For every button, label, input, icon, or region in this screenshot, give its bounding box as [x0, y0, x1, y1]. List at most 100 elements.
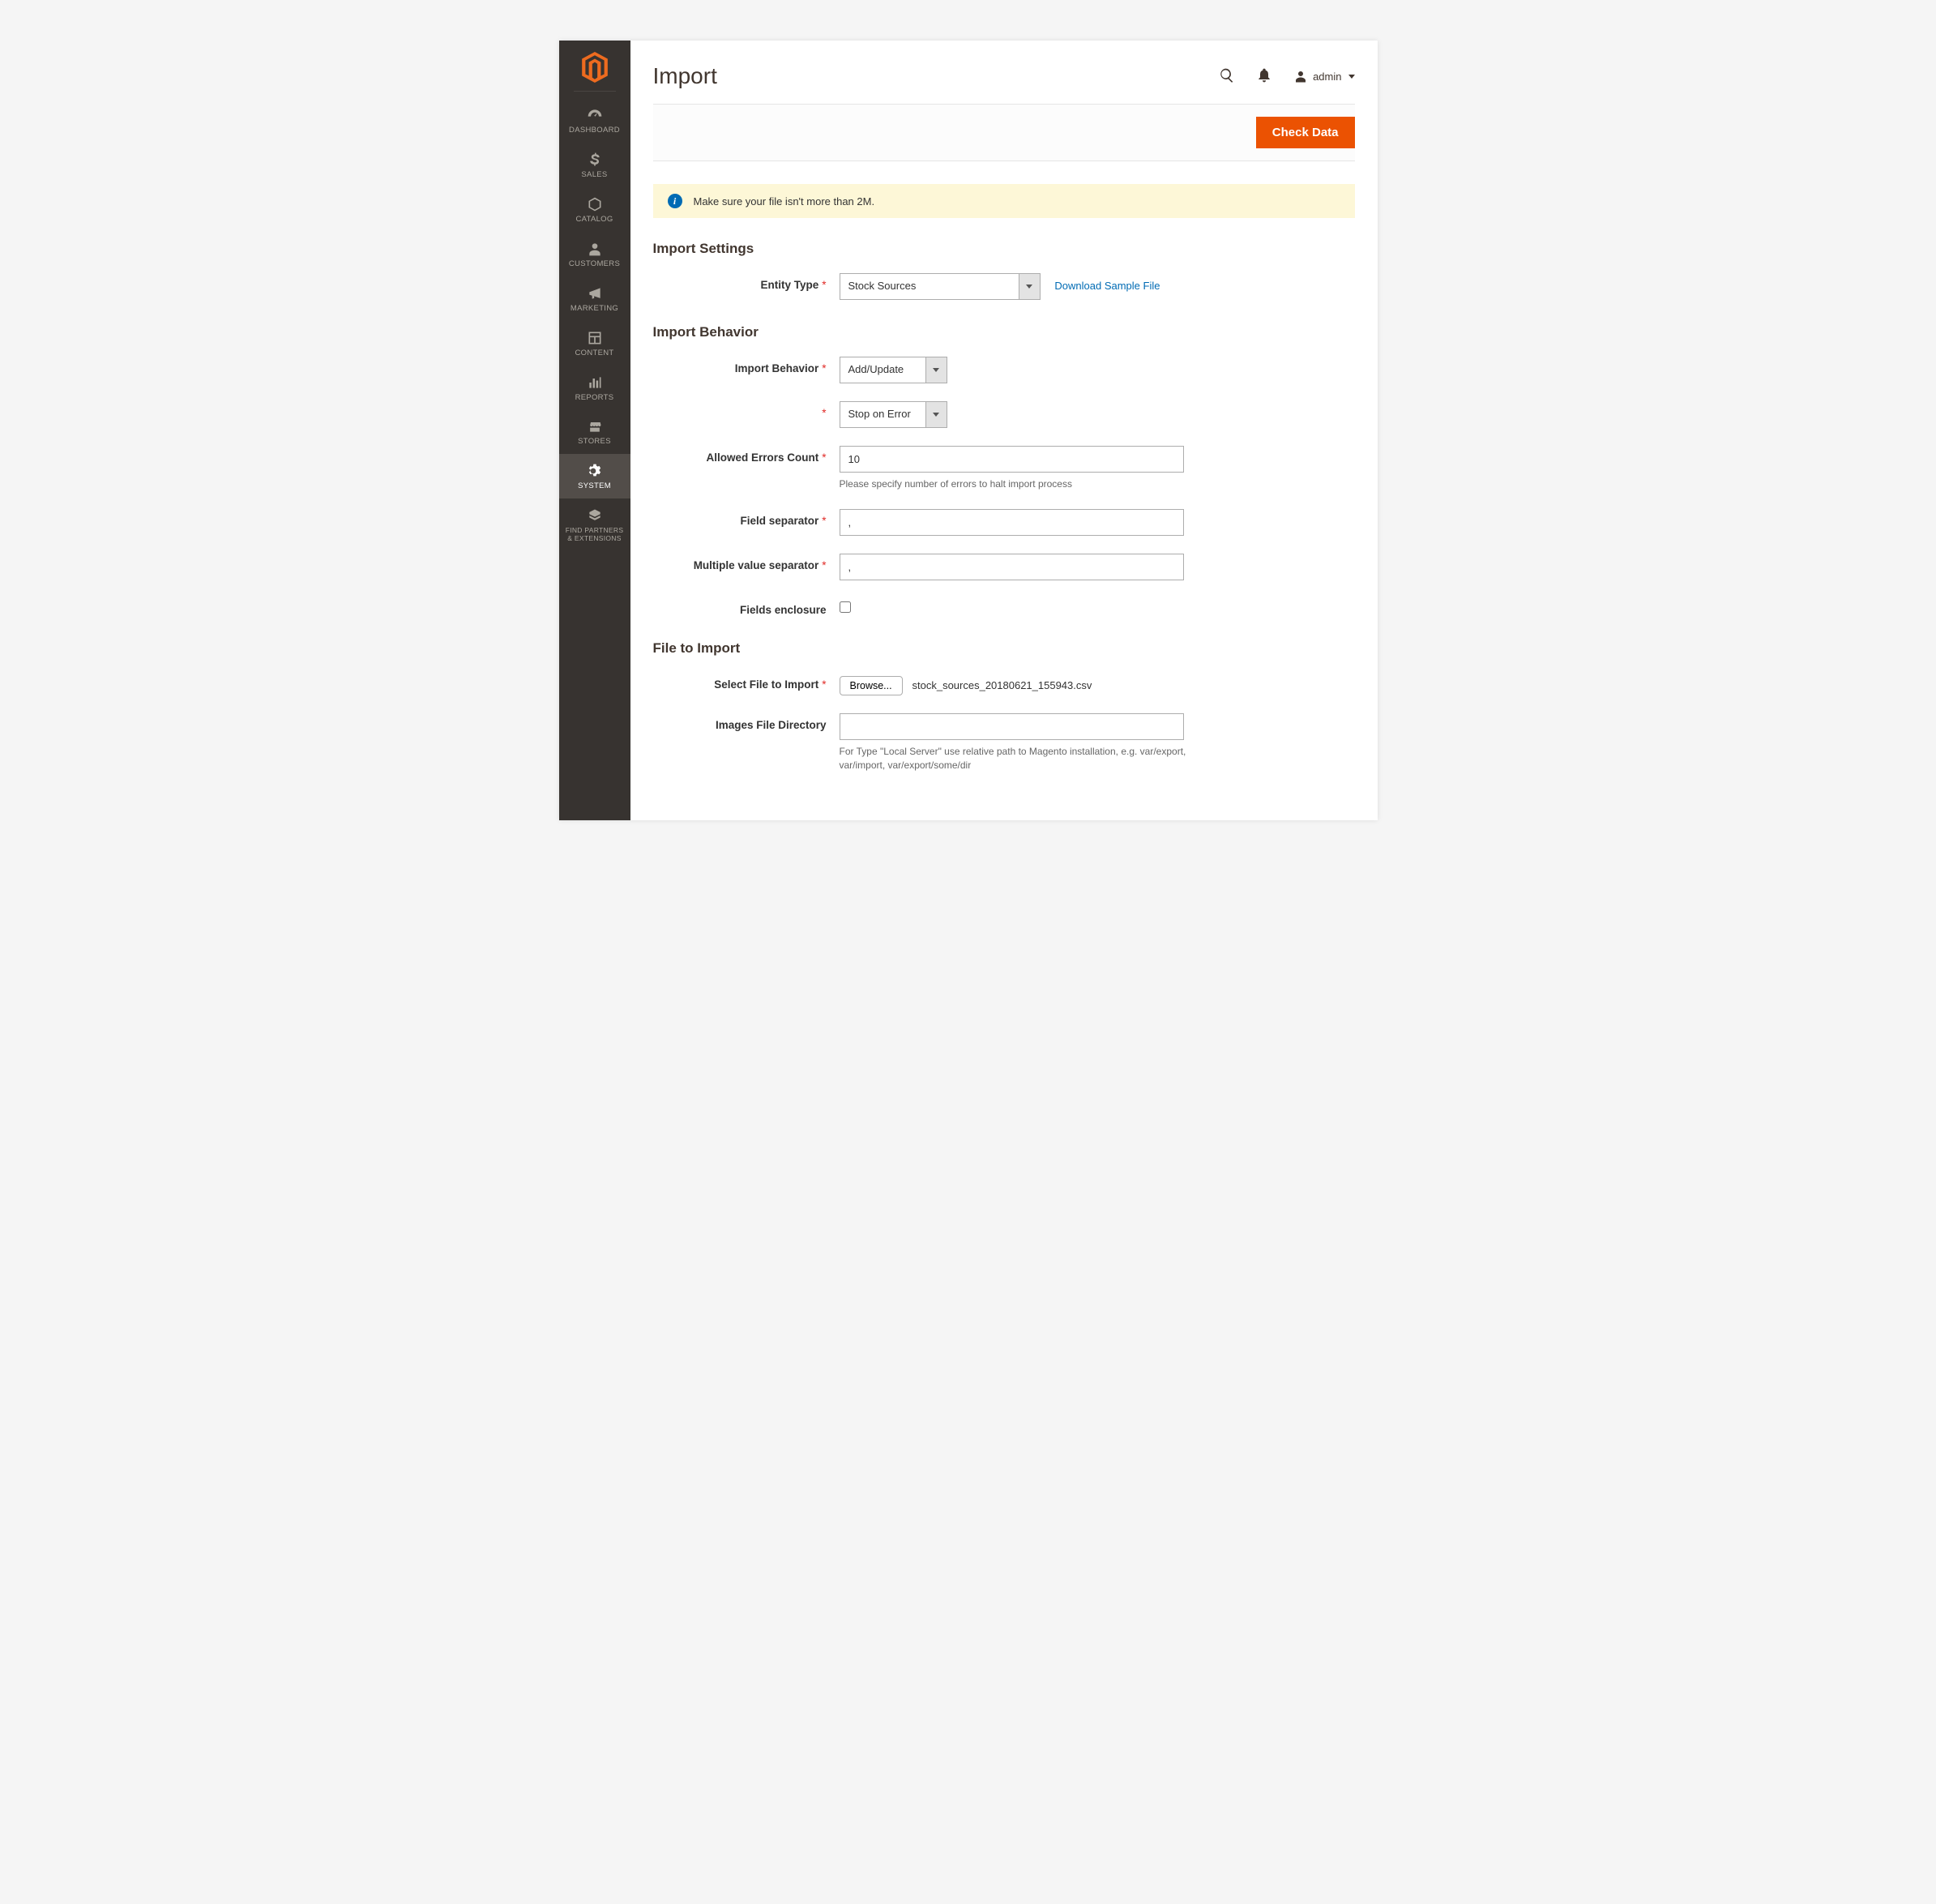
- label-entity-type: Entity Type*: [653, 273, 840, 291]
- select-value: Stop on Error: [840, 402, 925, 427]
- error-mode-select[interactable]: Stop on Error: [840, 401, 947, 428]
- header-tools: admin: [1219, 67, 1354, 86]
- notifications-button[interactable]: [1256, 67, 1272, 86]
- check-data-button[interactable]: Check Data: [1256, 117, 1355, 148]
- nav-label: CUSTOMERS: [569, 260, 620, 269]
- section-file-to-import: File to Import Select File to Import* Br…: [653, 640, 1355, 772]
- magento-logo[interactable]: [559, 41, 630, 91]
- images-dir-hint: For Type "Local Server" use relative pat…: [840, 745, 1188, 772]
- stores-icon: [587, 418, 603, 434]
- row-error-mode: * Stop on Error: [653, 401, 1355, 428]
- info-notice: i Make sure your file isn't more than 2M…: [653, 184, 1355, 218]
- section-title: Import Settings: [653, 241, 1355, 257]
- nav-label: CATALOG: [575, 216, 613, 225]
- label-field-separator: Field separator*: [653, 509, 840, 527]
- nav-label: REPORTS: [575, 394, 614, 403]
- row-select-file: Select File to Import* Browse... stock_s…: [653, 673, 1355, 695]
- content-icon: [587, 330, 603, 346]
- system-icon: [587, 463, 603, 479]
- row-images-dir: Images File Directory For Type "Local Se…: [653, 713, 1355, 772]
- search-icon: [1219, 67, 1235, 83]
- chevron-down-icon: [1348, 75, 1355, 79]
- admin-sidebar: DASHBOARD SALES CATALOG CUSTOMERS MARKET: [559, 41, 630, 820]
- bell-icon: [1256, 67, 1272, 83]
- marketing-icon: [587, 285, 603, 302]
- person-icon: [1293, 69, 1308, 83]
- label-error-mode: *: [653, 401, 840, 419]
- sidebar-divider: [574, 91, 616, 92]
- select-toggle: [1019, 274, 1040, 299]
- select-toggle: [925, 402, 947, 427]
- action-bar: Check Data: [653, 104, 1355, 161]
- select-value: Stock Sources: [840, 274, 1019, 299]
- main-content: Import admin Check Data i Make sure yo: [630, 41, 1378, 820]
- label-fields-enclosure: Fields enclosure: [653, 598, 840, 616]
- dashboard-icon: [587, 107, 603, 123]
- sidebar-item-marketing[interactable]: MARKETING: [559, 276, 630, 321]
- sidebar-item-sales[interactable]: SALES: [559, 143, 630, 187]
- label-allowed-errors: Allowed Errors Count*: [653, 446, 840, 464]
- label-multi-separator: Multiple value separator*: [653, 554, 840, 571]
- sidebar-item-customers[interactable]: CUSTOMERS: [559, 232, 630, 276]
- sales-icon: [587, 152, 603, 168]
- nav-label: DASHBOARD: [569, 126, 620, 135]
- reports-icon: [587, 374, 603, 391]
- info-icon: i: [668, 194, 682, 208]
- search-button[interactable]: [1219, 67, 1235, 86]
- nav-label: FIND PARTNERS & EXTENSIONS: [562, 527, 627, 543]
- row-multi-separator: Multiple value separator*: [653, 554, 1355, 580]
- multi-separator-input[interactable]: [840, 554, 1184, 580]
- row-field-separator: Field separator*: [653, 509, 1355, 536]
- row-allowed-errors: Allowed Errors Count* Please specify num…: [653, 446, 1355, 491]
- row-import-behavior: Import Behavior* Add/Update: [653, 357, 1355, 383]
- sidebar-item-partners[interactable]: FIND PARTNERS & EXTENSIONS: [559, 498, 630, 550]
- user-menu[interactable]: admin: [1293, 69, 1354, 83]
- page-title: Import: [653, 63, 717, 89]
- select-toggle: [925, 357, 947, 383]
- section-import-behavior: Import Behavior Import Behavior* Add/Upd…: [653, 324, 1355, 616]
- required-mark: *: [822, 451, 826, 464]
- page-header: Import admin: [653, 41, 1355, 104]
- app-frame: DASHBOARD SALES CATALOG CUSTOMERS MARKET: [559, 41, 1378, 820]
- notice-text: Make sure your file isn't more than 2M.: [694, 195, 875, 208]
- select-value: Add/Update: [840, 357, 925, 383]
- field-entity-type: Stock Sources Download Sample File: [840, 273, 1355, 300]
- catalog-icon: [587, 196, 603, 212]
- required-mark: *: [822, 678, 826, 691]
- download-sample-link[interactable]: Download Sample File: [1054, 280, 1160, 292]
- images-dir-input[interactable]: [840, 713, 1184, 740]
- nav-label: SYSTEM: [578, 482, 611, 491]
- chevron-down-icon: [933, 413, 939, 417]
- nav-label: CONTENT: [575, 349, 613, 358]
- selected-filename: stock_sources_20180621_155943.csv: [912, 679, 1092, 691]
- chevron-down-icon: [1026, 285, 1032, 289]
- required-mark: *: [822, 279, 826, 291]
- field-separator-input[interactable]: [840, 509, 1184, 536]
- partners-icon: [587, 507, 603, 524]
- sidebar-item-catalog[interactable]: CATALOG: [559, 187, 630, 232]
- sidebar-item-stores[interactable]: STORES: [559, 409, 630, 454]
- nav-label: SALES: [581, 171, 607, 180]
- required-mark: *: [822, 515, 826, 527]
- sidebar-item-content[interactable]: CONTENT: [559, 321, 630, 366]
- customers-icon: [587, 241, 603, 257]
- allowed-errors-input[interactable]: [840, 446, 1184, 473]
- section-title: Import Behavior: [653, 324, 1355, 340]
- sidebar-item-system[interactable]: SYSTEM: [559, 454, 630, 498]
- row-fields-enclosure: Fields enclosure: [653, 598, 1355, 616]
- sidebar-item-reports[interactable]: REPORTS: [559, 366, 630, 410]
- label-import-behavior: Import Behavior*: [653, 357, 840, 374]
- allowed-errors-hint: Please specify number of errors to halt …: [840, 477, 1188, 491]
- chevron-down-icon: [933, 368, 939, 372]
- required-mark: *: [822, 407, 826, 419]
- label-select-file: Select File to Import*: [653, 673, 840, 691]
- fields-enclosure-checkbox[interactable]: [840, 601, 851, 613]
- import-behavior-select[interactable]: Add/Update: [840, 357, 947, 383]
- label-images-dir: Images File Directory: [653, 713, 840, 731]
- sidebar-item-dashboard[interactable]: DASHBOARD: [559, 98, 630, 143]
- entity-type-select[interactable]: Stock Sources: [840, 273, 1041, 300]
- browse-button[interactable]: Browse...: [840, 676, 903, 695]
- section-title: File to Import: [653, 640, 1355, 657]
- required-mark: *: [822, 559, 826, 571]
- nav-label: MARKETING: [571, 305, 618, 314]
